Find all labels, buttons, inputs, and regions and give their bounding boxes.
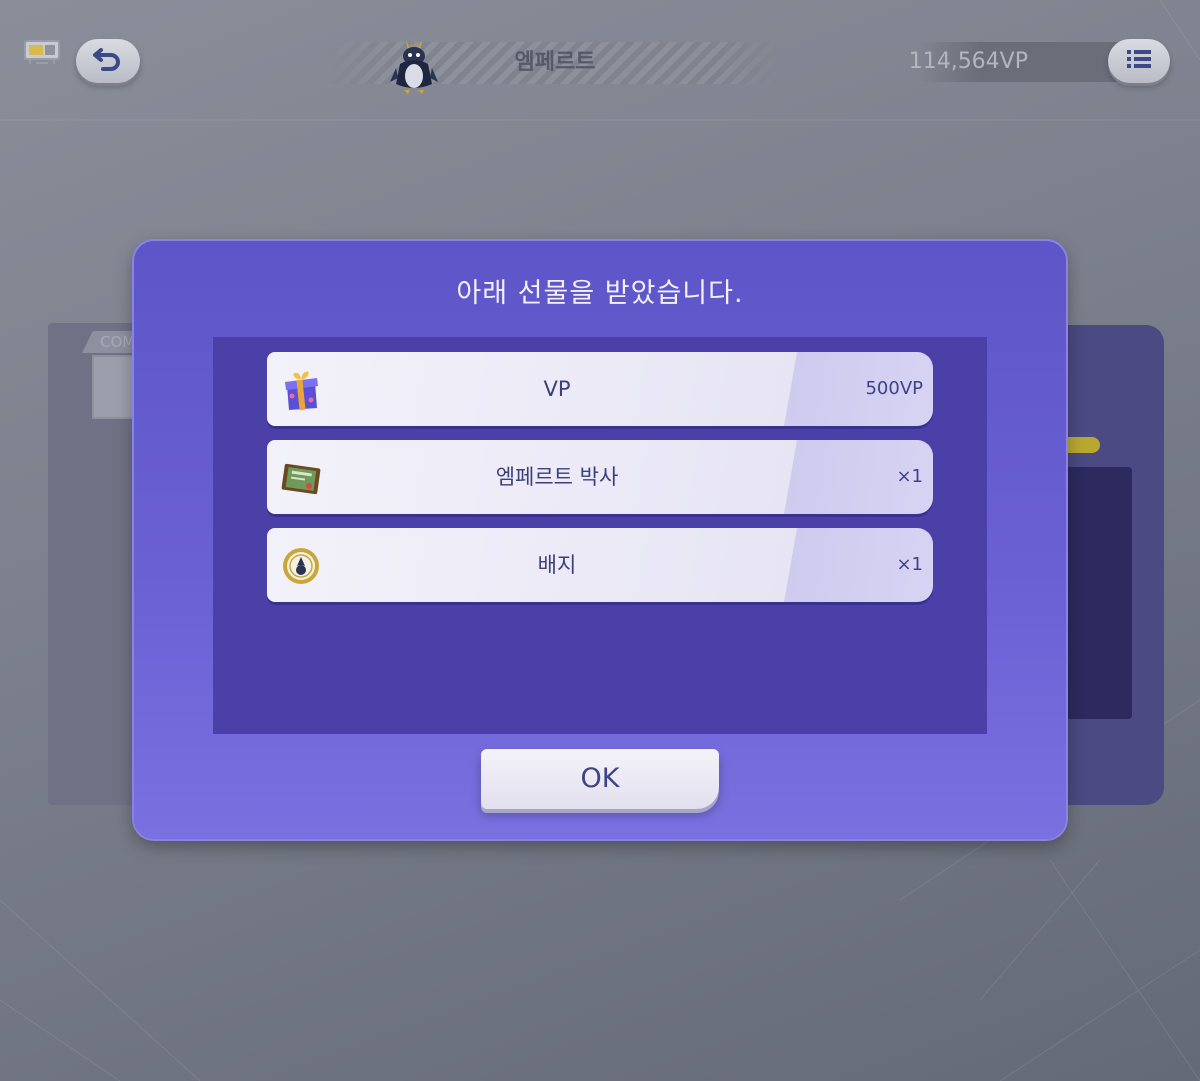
- badge-icon: [279, 544, 323, 588]
- vp-balance: 114,564VP: [908, 49, 1028, 74]
- vp-balance-display: 114,564VP: [909, 42, 1128, 82]
- reward-name: 엠페르트 박사: [495, 465, 619, 489]
- reward-amount: ×1: [896, 466, 923, 487]
- back-button[interactable]: [76, 39, 140, 83]
- reward-amount: 500VP: [865, 378, 923, 399]
- dialog-title: 아래 선물을 받았습니다.: [456, 278, 744, 309]
- list-icon: [1125, 47, 1153, 75]
- reward-name: VP: [543, 377, 571, 401]
- pokemon-name: 엠페르트: [514, 50, 596, 75]
- reward-name: 배지: [537, 553, 577, 577]
- certificate-icon: [279, 456, 323, 500]
- reward-amount: ×1: [896, 554, 923, 575]
- reward-row-badge: 배지 ×1: [267, 528, 933, 602]
- back-arrow-icon: [93, 46, 123, 76]
- gift-box-icon: [279, 368, 323, 412]
- reward-dialog: 아래 선물을 받았습니다. VP 500VP 엠페르트 박사 ×1 배지 ×1 …: [134, 241, 1066, 839]
- menu-button[interactable]: [1108, 39, 1170, 83]
- empoleon-sprite-icon: [388, 34, 440, 96]
- reward-row-vp: VP 500VP: [267, 352, 933, 426]
- reward-list: VP 500VP 엠페르트 박사 ×1 배지 ×1: [213, 337, 987, 734]
- ok-button[interactable]: OK: [481, 749, 719, 809]
- screen-mode-icon[interactable]: [24, 40, 60, 66]
- reward-row-certificate: 엠페르트 박사 ×1: [267, 440, 933, 514]
